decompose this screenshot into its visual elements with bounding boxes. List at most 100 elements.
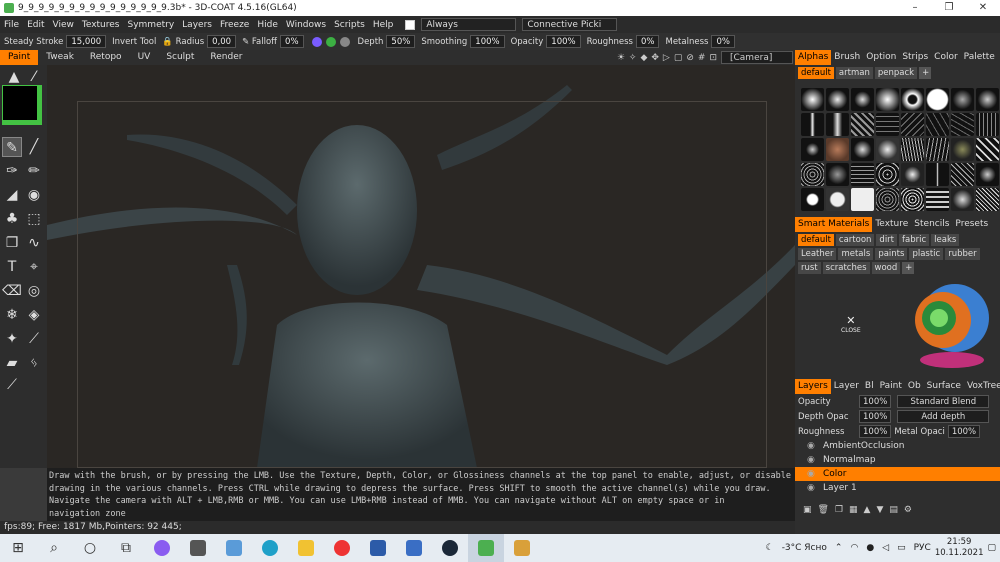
3dcoat-taskbar-icon[interactable]	[468, 534, 504, 562]
smoothing-input[interactable]: 100%	[470, 35, 505, 48]
material-folder-wood[interactable]: wood	[871, 262, 901, 274]
play-icon[interactable]: ▷	[663, 53, 670, 63]
tab-layer[interactable]: Layer	[831, 379, 862, 394]
alpha-thumb[interactable]	[976, 113, 999, 136]
material-folder-cartoon[interactable]: cartoon	[835, 234, 875, 246]
steady-stroke-label[interactable]: Steady	[4, 37, 34, 47]
tab-voxtree[interactable]: VoxTree	[964, 379, 1000, 394]
viewport[interactable]	[47, 65, 795, 468]
material-folder-paints[interactable]: paints	[875, 248, 908, 260]
eye-tool-icon[interactable]: ◎	[24, 281, 44, 301]
alpha-thumb[interactable]	[876, 88, 899, 111]
picker-tool-icon[interactable]: ⌖	[24, 257, 44, 277]
smudge-tool-icon[interactable]: ◢	[2, 185, 22, 205]
primary-color-swatch[interactable]	[3, 86, 37, 120]
opacity-input[interactable]: 100%	[546, 35, 581, 48]
alpha-thumb[interactable]	[901, 188, 924, 211]
windows-start-icon[interactable]: ⊞	[0, 534, 36, 562]
depth-opacity-input[interactable]: 100%	[859, 410, 892, 423]
tab-surface[interactable]: Surface	[924, 379, 964, 394]
tab-brush[interactable]: Brush	[831, 50, 863, 65]
fill-tool-icon[interactable]: ◉	[24, 185, 44, 205]
cortana-icon[interactable]: ○	[72, 534, 108, 562]
roughness-input[interactable]: 0%	[635, 35, 660, 48]
alpha-thumb[interactable]	[826, 163, 849, 186]
tab-color[interactable]: Color	[931, 50, 961, 65]
diamond-tool-icon[interactable]: ◈	[24, 305, 44, 325]
tab-smart-materials[interactable]: Smart Materials	[795, 217, 873, 232]
tab-presets[interactable]: Presets	[952, 217, 991, 232]
alpha-thumb[interactable]	[851, 113, 874, 136]
move-down-icon[interactable]: ▼	[876, 505, 883, 515]
eye-icon[interactable]: ◉	[807, 481, 815, 495]
alpha-thumb[interactable]	[901, 138, 924, 161]
tab-sculpt[interactable]: Sculpt	[158, 50, 202, 65]
tab-option[interactable]: Option	[863, 50, 899, 65]
falloff-input[interactable]: 0%	[280, 35, 304, 48]
tab-texture[interactable]: Texture	[872, 217, 911, 232]
yandex-browser-icon[interactable]	[324, 534, 360, 562]
alpha-thumb[interactable]	[901, 163, 924, 186]
alpha-thumb[interactable]	[951, 113, 974, 136]
folder-icon[interactable]: ▤	[889, 505, 898, 515]
pen-icon[interactable]: ✎	[242, 37, 249, 47]
calculator-icon[interactable]	[180, 534, 216, 562]
alpha-thumb[interactable]	[826, 88, 849, 111]
curve-tool-icon[interactable]: ∿	[24, 233, 44, 253]
knife-tool-icon[interactable]: ⟋	[24, 329, 44, 349]
eye-icon[interactable]: ◉	[807, 467, 815, 481]
alpha-thumb[interactable]	[851, 163, 874, 186]
material-folder-leather[interactable]: Leather	[798, 248, 837, 260]
wand-tool-icon[interactable]: ✦	[2, 329, 22, 349]
frame-icon[interactable]: ▢	[674, 53, 683, 63]
notifications-icon[interactable]: ▢	[987, 543, 996, 553]
menu-help[interactable]: Help	[369, 20, 398, 30]
material-folder-dirt[interactable]: dirt	[876, 234, 898, 246]
alpha-thumb[interactable]	[851, 138, 874, 161]
always-checkbox[interactable]	[405, 19, 416, 30]
tab-strips[interactable]: Strips	[899, 50, 931, 65]
alpha-thumb[interactable]	[976, 88, 999, 111]
menu-textures[interactable]: Textures	[78, 20, 124, 30]
clock[interactable]: 21:59 10.11.2021	[935, 537, 984, 559]
alpha-thumb[interactable]	[951, 88, 974, 111]
tab-ob[interactable]: Ob	[905, 379, 924, 394]
alpha-folder-artman[interactable]: artman	[835, 67, 873, 79]
layer-item-color[interactable]: ◉ Color	[795, 467, 1000, 481]
tab-paint[interactable]: Paint	[0, 50, 39, 65]
alpha-thumb[interactable]	[926, 163, 949, 186]
stamp-tool-icon[interactable]: ♣	[2, 209, 22, 229]
camera-dropdown[interactable]: [Camera]	[721, 51, 793, 64]
eraser-tool-icon[interactable]: ⌫	[2, 281, 22, 301]
notes-icon[interactable]	[216, 534, 252, 562]
layer-item-layer-1[interactable]: ◉ Layer 1	[795, 481, 1000, 495]
alice-icon[interactable]	[144, 534, 180, 562]
pencil-tool-icon[interactable]: ✏	[24, 161, 44, 181]
material-folder-leaks[interactable]: leaks	[931, 234, 960, 246]
alpha-thumb[interactable]	[801, 163, 824, 186]
alpha-thumb[interactable]	[926, 88, 949, 111]
menu-file[interactable]: File	[0, 20, 23, 30]
material-folder-rust[interactable]: rust	[798, 262, 821, 274]
alpha-thumb[interactable]	[976, 138, 999, 161]
alpha-thumb[interactable]	[826, 138, 849, 161]
tab-tweak[interactable]: Tweak	[38, 50, 82, 65]
alpha-thumb[interactable]	[826, 113, 849, 136]
alpha-thumb[interactable]	[976, 188, 999, 211]
layer-opacity-input[interactable]: 100%	[859, 395, 892, 408]
edge-icon[interactable]	[252, 534, 288, 562]
radius-input[interactable]: 0,00	[207, 35, 237, 48]
alpha-folder-default[interactable]: default	[798, 67, 834, 79]
alpha-thumb[interactable]	[826, 188, 849, 211]
alpha-thumb[interactable]	[926, 113, 949, 136]
material-folder-scratches[interactable]: scratches	[822, 262, 870, 274]
depth-channel-icon[interactable]	[311, 36, 322, 47]
menu-scripts[interactable]: Scripts	[330, 20, 369, 30]
material-folder-default[interactable]: default	[798, 234, 834, 246]
butterfly-tool-icon[interactable]: ᛃ	[24, 353, 44, 373]
alpha-thumb[interactable]	[926, 188, 949, 211]
menu-edit[interactable]: Edit	[23, 20, 48, 30]
color-swatch[interactable]	[2, 85, 42, 125]
snowflake-tool-icon[interactable]: ❄	[2, 305, 22, 325]
tab-alphas[interactable]: Alphas	[795, 50, 832, 65]
